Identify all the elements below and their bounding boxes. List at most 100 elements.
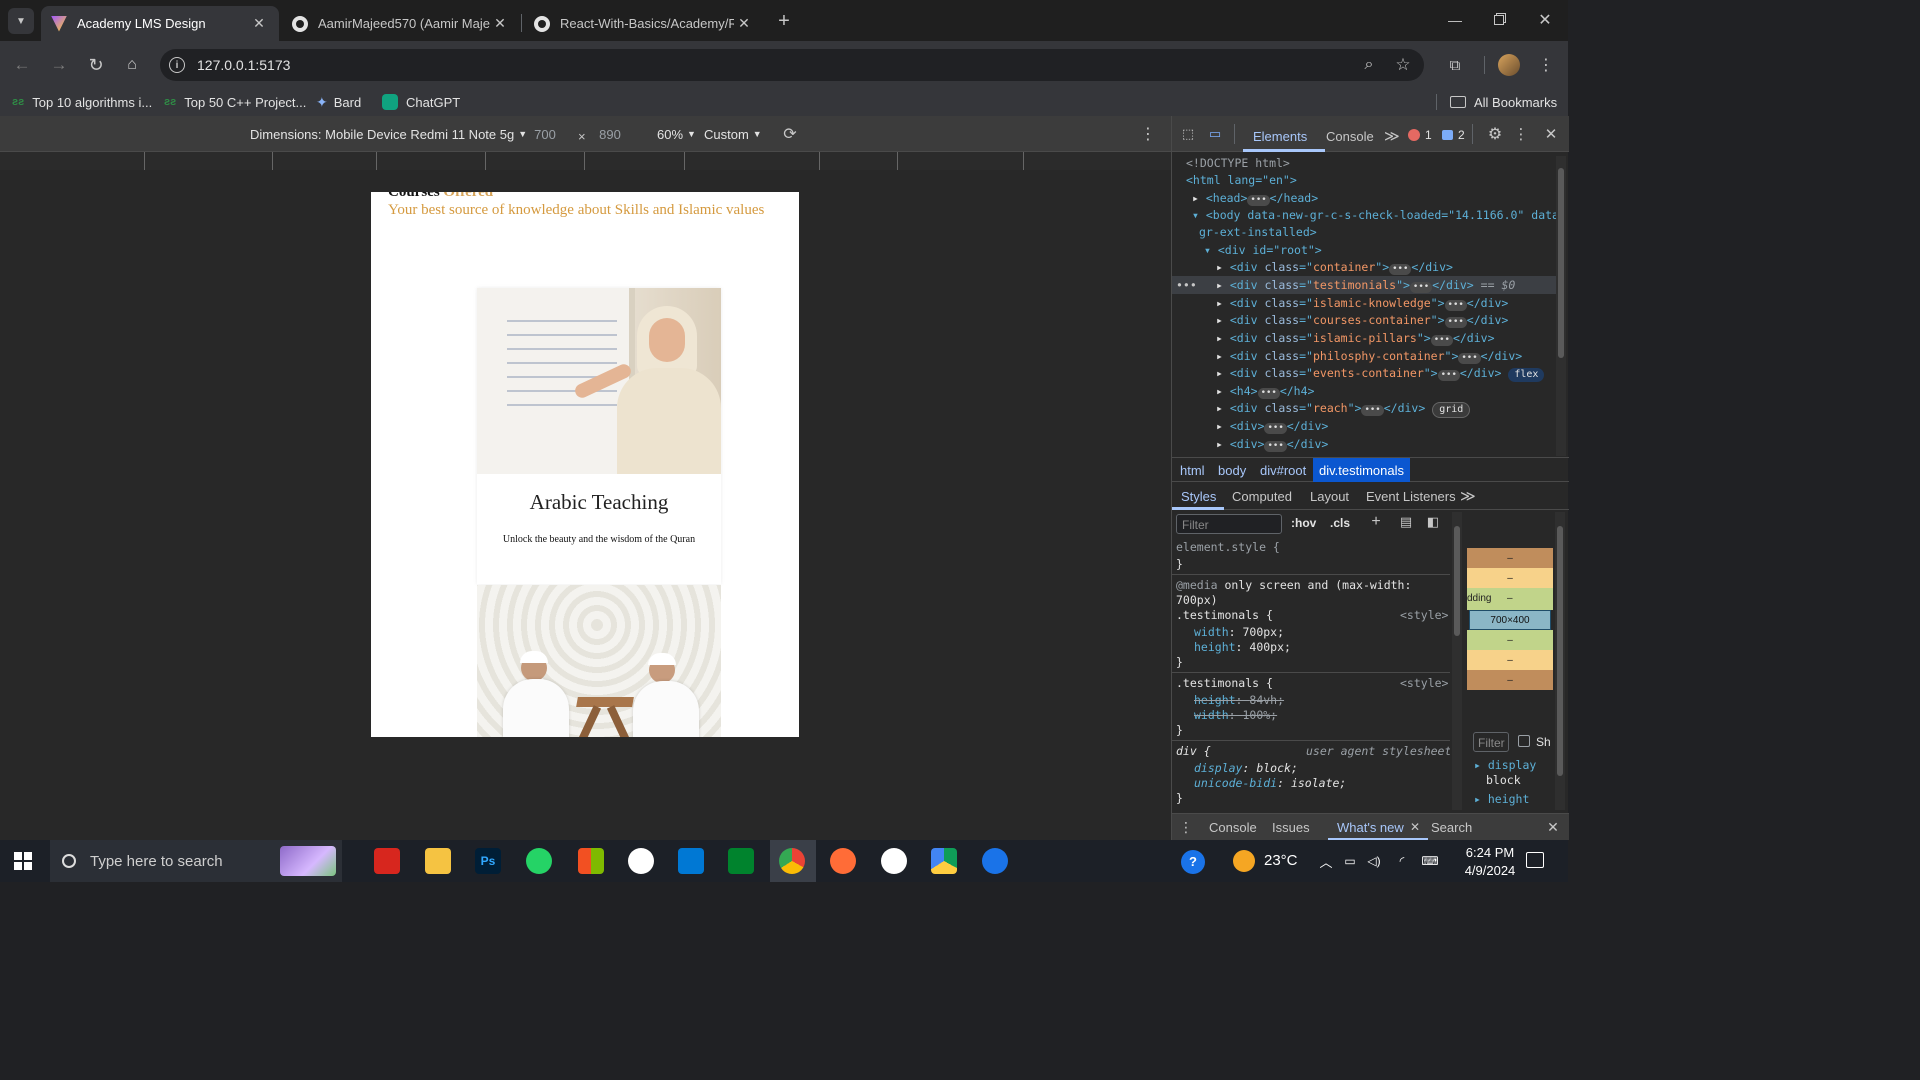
- rule-selector[interactable]: div {: [1176, 744, 1211, 758]
- restore-button[interactable]: [1484, 8, 1514, 32]
- site-info-icon[interactable]: i: [169, 57, 185, 73]
- volume-icon[interactable]: ◁): [1366, 852, 1382, 870]
- media-query-bar[interactable]: [897, 152, 1024, 170]
- home-button[interactable]: ⌂: [120, 53, 144, 77]
- css-declaration-overridden[interactable]: width: 100%;: [1194, 708, 1277, 722]
- drawer-tab-whats-new[interactable]: What's new: [1337, 820, 1404, 835]
- media-query-bar[interactable]: [144, 152, 272, 170]
- css-declaration[interactable]: height: 400px;: [1194, 640, 1291, 654]
- keyboard-icon[interactable]: ⌨: [1418, 852, 1442, 870]
- dom-line-doctype[interactable]: <!DOCTYPE html>: [1186, 156, 1290, 170]
- bookmark-top-cpp-projects[interactable]: ƨƨ Top 50 C++ Project...: [164, 88, 306, 116]
- dom-node-events-container[interactable]: ▸ <div class="events-container"> ••• </div…: [1216, 366, 1545, 382]
- zoom-button[interactable]: ⌕: [1358, 54, 1380, 76]
- close-icon[interactable]: ✕: [1409, 819, 1421, 835]
- bookmark-chatgpt[interactable]: ChatGPT: [382, 88, 460, 116]
- dom-node-reach[interactable]: ▸ <div class="reach"> ••• </div> grid: [1216, 401, 1471, 418]
- device-toggle-icon[interactable]: ▭: [1206, 126, 1224, 142]
- vscode-icon[interactable]: [678, 848, 704, 874]
- dom-line-body[interactable]: ▾ <body data-new-gr-c-s-check-loaded="14…: [1192, 208, 1556, 222]
- drawer-tab-search[interactable]: Search: [1431, 820, 1472, 835]
- breadcrumb-html[interactable]: html: [1180, 463, 1205, 478]
- css-declaration-overridden[interactable]: height: 84vh;: [1194, 693, 1284, 707]
- error-counter[interactable]: 1: [1408, 128, 1432, 142]
- taskbar-search-box[interactable]: Type here to search: [50, 840, 342, 882]
- media-query-bar[interactable]: [684, 152, 819, 170]
- computed-property[interactable]: ▸ height: [1474, 792, 1529, 806]
- media-query-rule[interactable]: @media only screen and (max-width:: [1176, 578, 1411, 592]
- minimize-button[interactable]: —: [1440, 8, 1470, 32]
- inspect-element-icon[interactable]: ⬚: [1180, 126, 1196, 142]
- close-icon[interactable]: ✕: [734, 15, 754, 32]
- styles-pane[interactable]: element.style { } @media only screen and…: [1172, 540, 1450, 810]
- weather-icon[interactable]: [1233, 850, 1255, 872]
- close-icon[interactable]: ✕: [490, 15, 510, 32]
- tab-computed[interactable]: Computed: [1232, 489, 1292, 504]
- close-icon[interactable]: ✕: [1546, 819, 1560, 835]
- weather-temp[interactable]: 23°C: [1264, 852, 1298, 869]
- add-rule-icon[interactable]: +: [1368, 513, 1384, 530]
- scrollbar-thumb[interactable]: [1454, 526, 1460, 636]
- forward-button[interactable]: →: [47, 53, 71, 77]
- app-icon[interactable]: [881, 848, 907, 874]
- new-tab-button[interactable]: +: [770, 8, 798, 34]
- tab-github-profile[interactable]: AamirMajeed570 (Aamir Majeed) ✕: [282, 6, 520, 41]
- settings-gear-icon[interactable]: ⚙: [1486, 125, 1504, 143]
- node-actions-icon[interactable]: •••: [1176, 278, 1197, 292]
- tab-search-button[interactable]: ▼: [8, 8, 34, 34]
- bookmark-bard[interactable]: ✦ Bard: [316, 88, 361, 116]
- close-icon[interactable]: ✕: [1544, 125, 1558, 143]
- reload-button[interactable]: ↻: [84, 53, 108, 77]
- close-icon[interactable]: ✕: [249, 15, 269, 32]
- rule-source-link[interactable]: <style>: [1400, 608, 1448, 622]
- bookmark-top-algorithms[interactable]: ƨƨ Top 10 algorithms i...: [12, 88, 152, 116]
- breadcrumb-testimonals[interactable]: div.testimonals: [1313, 458, 1411, 482]
- drawer-tab-issues[interactable]: Issues: [1272, 820, 1310, 835]
- postman-icon[interactable]: [830, 848, 856, 874]
- computed-property[interactable]: ▸ display: [1474, 758, 1536, 772]
- course-card[interactable]: Arabic Teaching Unlock the beauty and th…: [477, 288, 721, 584]
- bookmark-star-button[interactable]: ☆: [1392, 54, 1414, 76]
- mongodb-icon[interactable]: [628, 848, 654, 874]
- battery-icon[interactable]: ▭: [1342, 852, 1358, 870]
- grid-badge[interactable]: grid: [1432, 402, 1471, 418]
- dom-scrollbar[interactable]: [1556, 156, 1566, 456]
- extensions-button[interactable]: ⧉: [1444, 54, 1466, 76]
- scrollbar-thumb[interactable]: [1558, 168, 1564, 358]
- messages-icon[interactable]: [982, 848, 1008, 874]
- help-icon[interactable]: ?: [1181, 850, 1205, 874]
- tab-academy-lms[interactable]: Academy LMS Design ✕: [41, 6, 279, 41]
- scrollbar-thumb[interactable]: [1557, 526, 1563, 776]
- chrome-icon[interactable]: [779, 848, 805, 874]
- computed-filter-input[interactable]: Filter: [1473, 732, 1509, 752]
- styles-filter-input[interactable]: Filter: [1176, 514, 1282, 534]
- zoom-select[interactable]: 60% ▼: [657, 116, 696, 152]
- sidebar-toggle-icon[interactable]: ◧: [1425, 514, 1441, 530]
- media-query-bar[interactable]: [376, 152, 485, 170]
- message-counter[interactable]: 2: [1442, 128, 1465, 142]
- rule-selector[interactable]: .testimonals {: [1176, 676, 1273, 690]
- tab-styles[interactable]: Styles: [1181, 489, 1216, 504]
- dom-line-root[interactable]: ▾ <div id="root">: [1204, 243, 1322, 257]
- dom-node-testimonals[interactable]: ▸ <div class="testimonials"> ••• </div> ==…: [1216, 278, 1515, 293]
- wifi-icon[interactable]: ◜: [1394, 852, 1410, 870]
- device-select[interactable]: Dimensions: Mobile Device Redmi 11 Note …: [250, 116, 527, 152]
- hov-button[interactable]: :hov: [1291, 516, 1316, 530]
- dom-node-div[interactable]: ▸ <div> ••• </div>: [1216, 419, 1328, 434]
- css-declaration[interactable]: width: 700px;: [1194, 625, 1284, 639]
- rotate-button[interactable]: ⟳: [780, 124, 800, 144]
- google-meet-icon[interactable]: [728, 848, 754, 874]
- chevron-up-icon[interactable]: ︿: [1318, 852, 1334, 870]
- emulated-page[interactable]: Courses Offered Your best source of know…: [371, 192, 799, 737]
- show-all-checkbox[interactable]: [1518, 735, 1530, 747]
- media-query-bar[interactable]: [584, 152, 684, 170]
- breadcrumb-root[interactable]: div#root: [1260, 463, 1306, 478]
- styles-scrollbar[interactable]: [1452, 512, 1462, 810]
- all-bookmarks-button[interactable]: All Bookmarks: [1450, 88, 1557, 116]
- flex-badge[interactable]: flex: [1508, 368, 1545, 382]
- paint-brush-icon[interactable]: ▤: [1398, 514, 1414, 530]
- google-drive-icon[interactable]: [931, 848, 957, 874]
- more-tabs-icon[interactable]: ≫: [1384, 127, 1400, 145]
- throttle-select[interactable]: Custom ▼: [704, 116, 762, 152]
- address-bar[interactable]: i 127.0.0.1:5173: [160, 49, 1424, 81]
